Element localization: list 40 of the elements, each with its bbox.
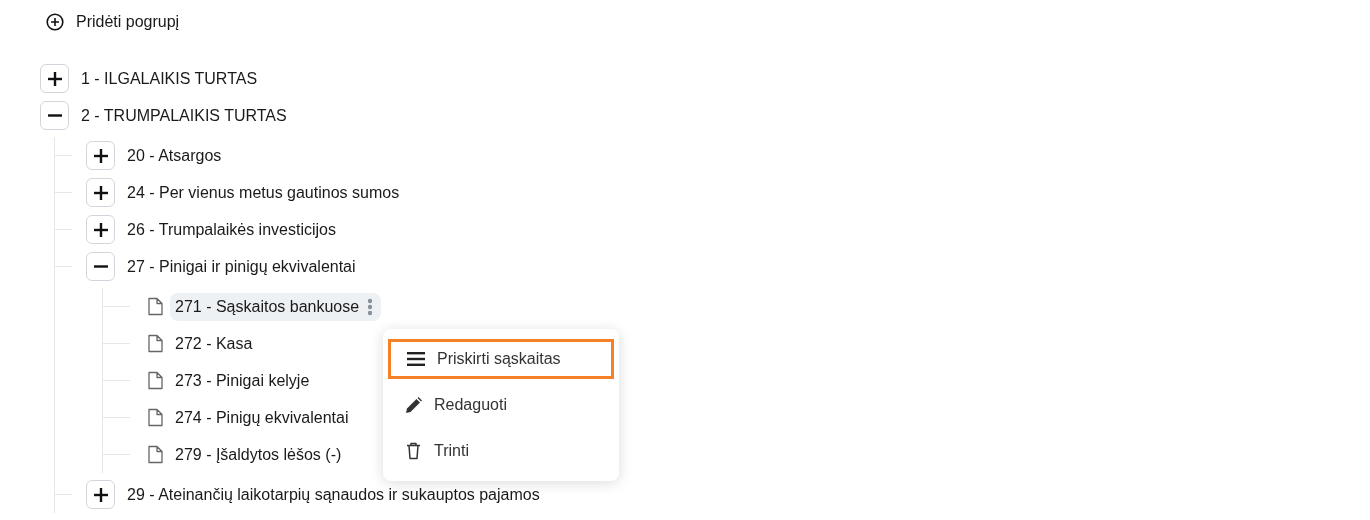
document-icon [148,297,163,316]
expand-button[interactable] [86,141,115,170]
collapse-button[interactable] [86,252,115,281]
trash-icon [405,442,421,460]
document-icon [148,408,163,427]
pencil-icon [404,396,422,414]
tree-item[interactable]: 1 - ILGALAIKIS TURTAS [81,66,258,91]
tree-item[interactable]: 2 - TRUMPALAIKIS TURTAS [81,103,287,128]
menu-item[interactable]: Trinti [388,431,614,471]
tree-item[interactable]: 29 - Ateinančių laikotarpių sąnaudos ir sukauptos pajamos [127,482,540,507]
menu-item[interactable]: Priskirti sąskaitas [388,339,614,379]
expand-button[interactable] [86,178,115,207]
menu-icon [407,352,425,366]
minus-icon [47,114,62,117]
tree-item[interactable]: 20 - Atsargos [127,143,222,168]
plus-icon [92,486,109,503]
document-icon [148,445,163,464]
document-icon [148,334,163,353]
tree-item[interactable]: 272 - Kasa [175,331,253,356]
expand-button[interactable] [40,64,69,93]
document-icon [148,371,163,390]
minus-icon [93,265,108,268]
plus-icon [92,221,109,238]
expand-button[interactable] [86,480,115,509]
add-icon [46,13,64,31]
collapse-button[interactable] [40,101,69,130]
menu-item[interactable]: Redaguoti [388,385,614,425]
tree-item[interactable]: 271 - Sąskaitos bankuose [170,292,382,321]
tree-item[interactable]: 279 - Įšaldytos lėšos (-) [175,442,342,467]
tree-item[interactable]: 26 - Trumpalaikės investicijos [127,217,336,242]
expand-button[interactable] [86,215,115,244]
tree-item[interactable]: 27 - Pinigai ir pinigų ekvivalentai [127,254,356,279]
tree-item[interactable]: 24 - Per vienus metus gautinos sumos [127,180,400,205]
plus-icon [92,184,109,201]
plus-icon [46,70,63,87]
plus-icon [92,147,109,164]
more-icon[interactable] [367,297,374,316]
add-subgroup-button[interactable]: Pridėti pogrupį [46,10,180,34]
tree-item[interactable]: 274 - Pinigų ekvivalentai [175,405,349,430]
tree-item[interactable]: 273 - Pinigai kelyje [175,368,310,393]
